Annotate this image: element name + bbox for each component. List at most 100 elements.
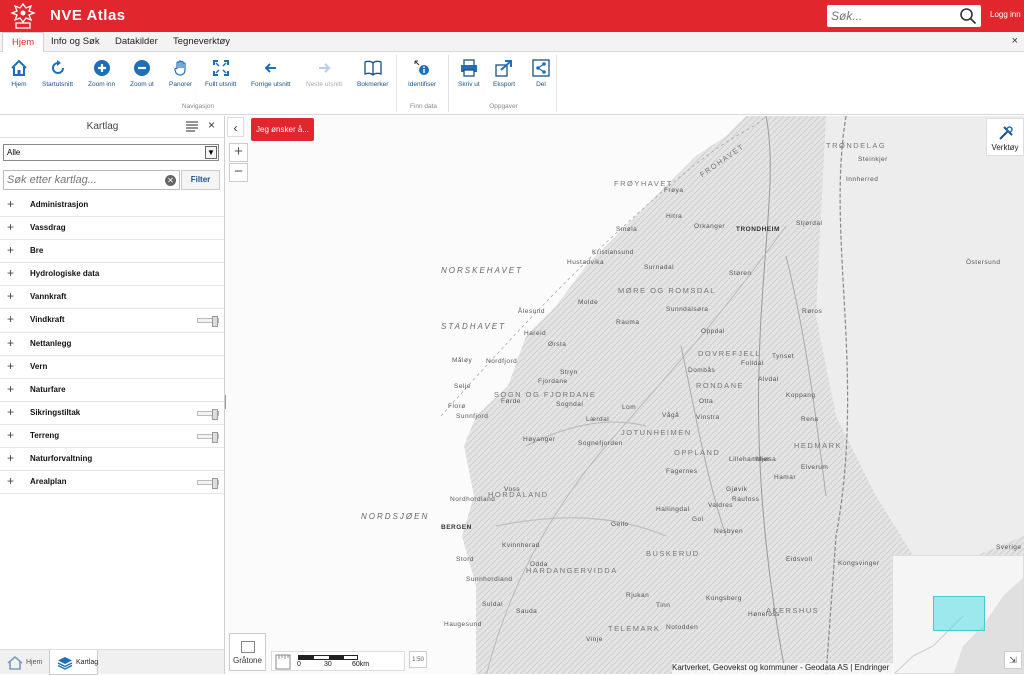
basemap-button[interactable]: Gråtone <box>229 633 266 671</box>
collapse-panel-button[interactable]: ‹ <box>227 117 244 137</box>
expand-plus-icon[interactable]: + <box>7 405 14 419</box>
expand-plus-icon[interactable]: + <box>7 428 14 442</box>
layer-name: Vassdrag <box>30 223 66 233</box>
layer-row[interactable]: + Naturfare <box>0 379 224 402</box>
clear-icon[interactable]: ✕ <box>165 175 176 186</box>
expand-plus-icon[interactable]: + <box>7 382 14 396</box>
tools-button[interactable]: Verktøy <box>986 118 1024 156</box>
expand-plus-icon[interactable]: + <box>7 266 14 280</box>
share-button[interactable]: Del <box>532 59 550 88</box>
tab-datakilder[interactable]: Datakilder <box>106 32 167 52</box>
expand-plus-icon[interactable]: + <box>7 220 14 234</box>
export-button[interactable]: Eksport <box>493 59 515 88</box>
scale-label: 0 <box>297 661 301 668</box>
bottom-tab-kartlag[interactable]: Kartlag <box>49 650 98 675</box>
tab-tegneverktoy[interactable]: Tegneverktøy <box>164 32 239 52</box>
layer-row[interactable]: + Hydrologiske data <box>0 263 224 287</box>
expand-plus-icon[interactable]: + <box>7 474 14 488</box>
start-extent-button[interactable]: Startutsnitt <box>42 59 73 88</box>
opacity-slider[interactable] <box>197 478 219 490</box>
map-label: Hallingdal <box>656 506 690 513</box>
layer-row[interactable]: + Terreng <box>0 425 224 449</box>
next-extent-button[interactable]: Neste utsnitt <box>306 59 342 88</box>
layer-filter-select[interactable]: Alle ▼ <box>3 144 219 161</box>
map-canvas[interactable]: TRØNDELAG FRØYHAVET FROHAVET Frøya Hitra… <box>226 116 1024 674</box>
map-label: Otta <box>699 398 714 405</box>
ribbon-group-tasks: Skriv ut Eksport Del Oppgaver <box>451 55 557 112</box>
layer-row[interactable]: + Nettanlegg <box>0 333 224 356</box>
zoom-in-button[interactable]: Zoom inn <box>88 59 115 88</box>
print-button[interactable]: Skriv ut <box>458 59 480 88</box>
scale-bar-graphic <box>298 655 358 660</box>
map-label: Florø <box>448 403 466 410</box>
zoom-out-button[interactable]: Zoom ut <box>130 59 154 88</box>
map-label: Gol <box>692 516 704 523</box>
bookmarks-button[interactable]: Bokmerker <box>357 59 388 88</box>
overview-extent[interactable] <box>933 596 985 631</box>
ribbon-group-find-data: Identifiser Finn data <box>399 55 449 112</box>
opacity-slider[interactable] <box>197 408 219 420</box>
search-input[interactable] <box>831 7 951 25</box>
opacity-slider[interactable] <box>197 316 219 328</box>
menu-icon[interactable] <box>186 120 198 132</box>
layer-name: Hydrologiske data <box>30 269 100 279</box>
layer-row[interactable]: + Sikringstiltak <box>0 402 224 425</box>
chevron-down-icon: ▼ <box>205 146 217 159</box>
expand-plus-icon[interactable]: + <box>7 451 14 465</box>
action-menu-button[interactable]: Jeg ønsker å... <box>251 118 314 141</box>
layer-row[interactable]: + Vassdrag <box>0 217 224 241</box>
map-label: Vågå <box>662 412 680 419</box>
ribbon-close-button[interactable]: × <box>1012 35 1018 47</box>
map-label: TELEMARK <box>608 624 661 633</box>
overview-toggle-button[interactable]: ⇲ <box>1004 651 1022 669</box>
nve-logo-icon[interactable] <box>10 2 36 30</box>
filter-button[interactable]: Filter <box>181 170 220 190</box>
expand-plus-icon[interactable]: + <box>7 243 14 257</box>
layer-name: Administrasjon <box>30 200 89 209</box>
expand-plus-icon[interactable]: + <box>7 289 14 303</box>
map-label: Tinn <box>656 602 671 609</box>
layer-row[interactable]: + Administrasjon <box>0 194 224 218</box>
layer-name: Naturforvaltning <box>30 454 93 464</box>
start-extent-label: Startutsnitt <box>42 81 74 88</box>
map-label: Oppdal <box>701 328 725 335</box>
layer-row[interactable]: + Vern <box>0 356 224 379</box>
layer-row[interactable]: + Vindkraft <box>0 309 224 333</box>
layer-row[interactable]: + Bre <box>0 240 224 264</box>
map-label: Innherred <box>846 176 879 183</box>
layer-row[interactable]: + Naturforvaltning <box>0 448 224 472</box>
expand-plus-icon[interactable]: + <box>7 359 14 373</box>
layer-row[interactable]: + Vannkraft <box>0 286 224 310</box>
map-zoom-out-button[interactable]: − <box>229 163 248 182</box>
measure-icon[interactable] <box>275 654 291 670</box>
search-icon[interactable] <box>959 7 977 25</box>
bottom-tab-hjem[interactable]: Hjem <box>0 650 48 675</box>
map-label: RONDANE <box>696 381 745 390</box>
tab-info-og-sok[interactable]: Info og Søk <box>42 32 109 52</box>
map-label: Steinkjer <box>858 156 888 163</box>
layers-panel-close-button[interactable]: × <box>208 118 215 132</box>
previous-extent-button[interactable]: Forrige utsnitt <box>251 59 291 88</box>
pan-button[interactable]: Panorer <box>169 59 192 88</box>
scale-ratio-button[interactable]: 1:50 <box>409 651 427 668</box>
map-label: Nesbyen <box>714 528 744 535</box>
layer-row[interactable]: + Arealplan <box>0 471 224 495</box>
login-link[interactable]: Logg inn <box>990 10 1021 19</box>
map-attribution: Kartverket, Geovekst og kommuner - Geoda… <box>672 663 894 674</box>
map-label: Stord <box>456 556 475 563</box>
expand-plus-icon[interactable]: + <box>7 197 14 211</box>
identify-button[interactable]: Identifiser <box>408 59 436 88</box>
home-button[interactable]: Hjem <box>10 59 28 88</box>
home-icon <box>7 656 23 670</box>
layer-search-input[interactable] <box>7 172 162 188</box>
map-label: HEDMARK <box>794 441 843 450</box>
tab-hjem[interactable]: Hjem <box>2 32 45 53</box>
full-extent-button[interactable]: Fullt utsnitt <box>205 59 236 88</box>
expand-plus-icon[interactable]: + <box>7 312 14 326</box>
map-label: Fagernes <box>666 468 698 475</box>
map-label: Førde <box>501 398 521 405</box>
opacity-slider[interactable] <box>197 431 219 443</box>
map-zoom-in-button[interactable]: + <box>229 143 248 162</box>
expand-plus-icon[interactable]: + <box>7 336 14 350</box>
pan-label: Panorer <box>169 81 193 88</box>
